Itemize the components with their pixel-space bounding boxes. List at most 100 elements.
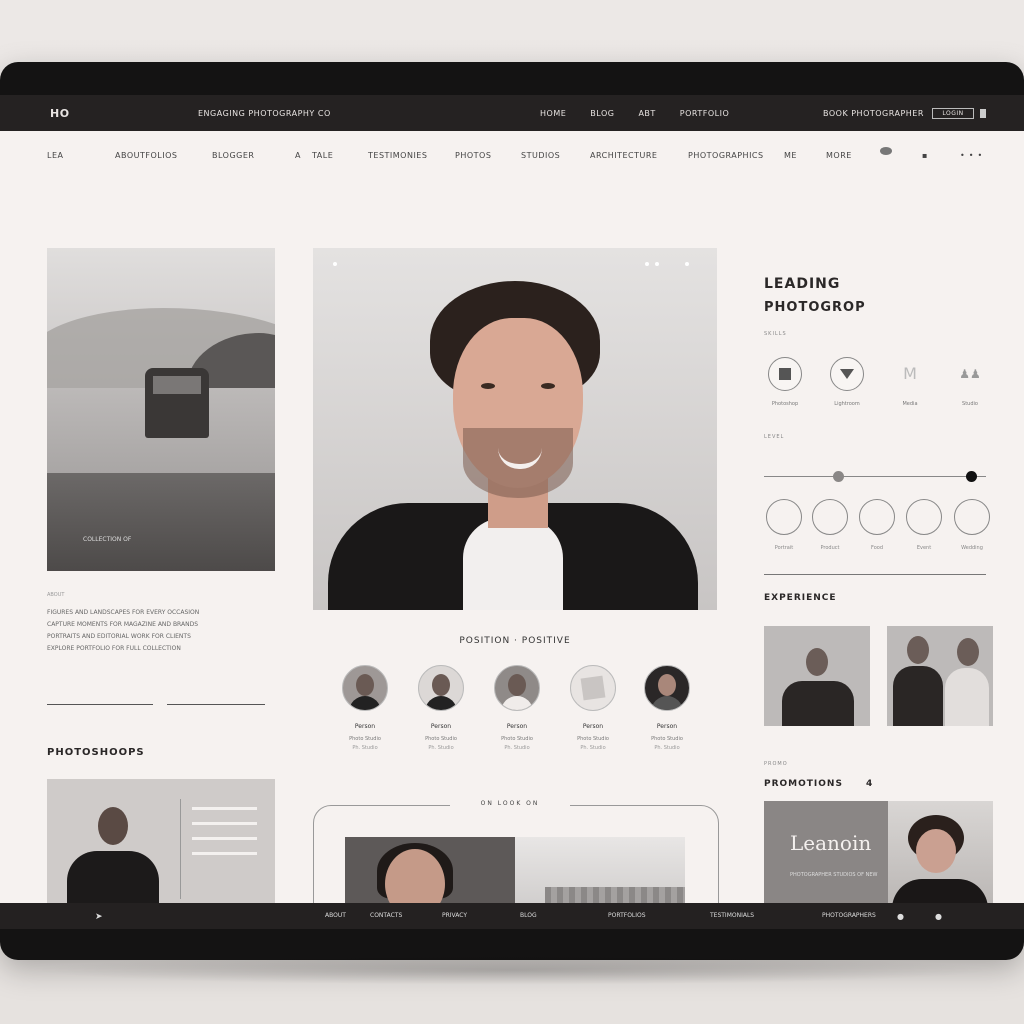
video-frame-label: ON LOOK ON [450, 800, 570, 807]
member-role: Photo Studio [349, 736, 381, 742]
skill-label: Studio [962, 401, 978, 407]
subnav-item[interactable]: PHOTOS [455, 151, 491, 160]
top-nav-about[interactable]: ABT [638, 109, 655, 118]
m-icon: M [903, 364, 917, 383]
skill-item[interactable]: ♟♟ Studio [945, 357, 995, 407]
light-bars [192, 807, 257, 867]
landscape-photo[interactable]: COLLECTION OF [47, 248, 275, 571]
category-item[interactable]: Food [855, 499, 899, 551]
member-name: Person [656, 723, 678, 730]
right-title-line1: LEADING [764, 276, 841, 292]
bottom-link[interactable]: PHOTOGRAPHERS [822, 912, 876, 919]
top-nav-portfolio[interactable]: PORTFOLIO [680, 109, 730, 118]
member-name: Person [582, 723, 604, 730]
triangle-icon [830, 357, 864, 391]
video-preview[interactable] [345, 837, 685, 903]
top-nav-blog[interactable]: BLOG [590, 109, 614, 118]
about-line: CAPTURE MOMENTS FOR MAGAZINE AND BRANDS [47, 621, 199, 628]
subnav-item[interactable]: TESTIMONIES [368, 151, 427, 160]
team-row: Person Photo Studio Ph. Studio Person Ph… [330, 665, 710, 765]
divider [764, 574, 986, 575]
member-sub: Ph. Studio [654, 745, 680, 751]
bottom-link[interactable]: PRIVACY [442, 912, 467, 919]
slider-knob[interactable] [833, 471, 844, 482]
category-label: Portrait [774, 545, 794, 551]
experience-photo[interactable] [887, 626, 993, 726]
subnav-item[interactable]: ARCHITECTURE [590, 151, 657, 160]
eye [481, 383, 495, 389]
subnav-item[interactable]: ME [784, 151, 797, 160]
subnav-item[interactable]: ABOUTFOLIOS [115, 151, 177, 160]
more-dots-icon[interactable]: ••• [960, 151, 986, 160]
circle-icon[interactable]: ● [897, 912, 904, 921]
promo-card[interactable]: Leanoin PHOTOGRAPHER STUDIOS OF NEW [764, 801, 993, 903]
hero-portrait[interactable] [313, 248, 717, 610]
person-head [957, 638, 979, 666]
team-member[interactable]: Person Photo Studio Ph. Studio [330, 665, 400, 751]
category-row: Portrait Product Food Event Wedding [762, 499, 1002, 559]
avatar [570, 665, 616, 711]
about-text: ABOUT FIGURES AND LANDSCAPES FOR EVERY O… [47, 589, 277, 655]
subnav-item[interactable]: BLOGGER [212, 151, 254, 160]
top-nav-home[interactable]: HOME [540, 109, 566, 118]
bottom-link[interactable]: ABOUT [325, 912, 346, 919]
person-head [907, 636, 929, 664]
slider-knob[interactable] [966, 471, 977, 482]
circle-icon[interactable]: ● [935, 912, 942, 921]
camera-icon[interactable] [880, 147, 892, 155]
member-name: Person [354, 723, 376, 730]
person-head [806, 648, 828, 676]
building [545, 887, 685, 903]
team-member[interactable]: Person Photo Studio Ph. Studio [406, 665, 476, 751]
subnav-item[interactable]: A [295, 151, 301, 160]
member-role: Photo Studio [651, 736, 683, 742]
bottom-link[interactable]: PORTFOLIOS [608, 912, 646, 919]
login-button[interactable]: LOGIN [932, 107, 974, 119]
subnav-item[interactable]: TALE [312, 151, 333, 160]
promo-label: PROMO [764, 761, 788, 767]
person-body [67, 851, 159, 903]
team-member[interactable]: Person Photo Studio Ph. Studio [558, 665, 628, 751]
logo[interactable]: HO [50, 107, 70, 120]
menu-icon[interactable] [980, 108, 986, 118]
top-nav: HOME BLOG ABT PORTFOLIO [540, 109, 729, 118]
avatar [342, 665, 388, 711]
right-title-line2: PHOTOGROP [764, 300, 866, 315]
subnav-item[interactable]: LEA [47, 151, 63, 160]
avatar [644, 665, 690, 711]
subnav-item[interactable]: MORE [826, 151, 852, 160]
about-line: PORTRAITS AND EDITORIAL WORK FOR CLIENTS [47, 633, 191, 640]
bottom-link[interactable]: CONTACTS [370, 912, 402, 919]
subnav-item[interactable]: STUDIOS [521, 151, 560, 160]
category-item[interactable]: Portrait [762, 499, 806, 551]
promo-sub: PHOTOGRAPHER STUDIOS OF NEW [790, 872, 878, 878]
book-button[interactable]: BOOK PHOTOGRAPHER [823, 109, 924, 118]
experience-photo[interactable] [764, 626, 870, 726]
category-item[interactable]: Wedding [950, 499, 994, 551]
team-member[interactable]: Person Photo Studio Ph. Studio [632, 665, 702, 751]
dot-icon [645, 262, 649, 266]
skill-item[interactable]: M Media [885, 357, 935, 407]
skill-item[interactable]: Lightroom [822, 357, 872, 407]
subnav-item[interactable]: PHOTOGRAPHICS [688, 151, 764, 160]
team-member[interactable]: Person Photo Studio Ph. Studio [482, 665, 552, 751]
category-item[interactable]: Event [902, 499, 946, 551]
screen: LEA ABOUTFOLIOS BLOGGER A TALE TESTIMONI… [0, 131, 1024, 903]
divider [180, 799, 181, 899]
promotions-title: PROMOTIONS [764, 779, 843, 789]
bottom-link[interactable]: TESTIMONIALS [710, 912, 754, 919]
category-item[interactable]: Product [808, 499, 852, 551]
studio-photo[interactable] [47, 779, 275, 903]
member-name: Person [506, 723, 528, 730]
skill-item[interactable]: Photoshop [760, 357, 810, 407]
promotions-count: 4 [866, 779, 874, 789]
person-head [98, 807, 128, 845]
arrow-icon[interactable]: ➤ [95, 912, 103, 922]
photo-caption: COLLECTION OF [83, 536, 132, 543]
category-label: Wedding [961, 545, 983, 551]
bottom-link[interactable]: BLOG [520, 912, 537, 919]
category-label: Food [871, 545, 883, 551]
skill-label: Lightroom [834, 401, 860, 407]
slider-track[interactable] [764, 476, 986, 477]
person-body [945, 668, 989, 726]
